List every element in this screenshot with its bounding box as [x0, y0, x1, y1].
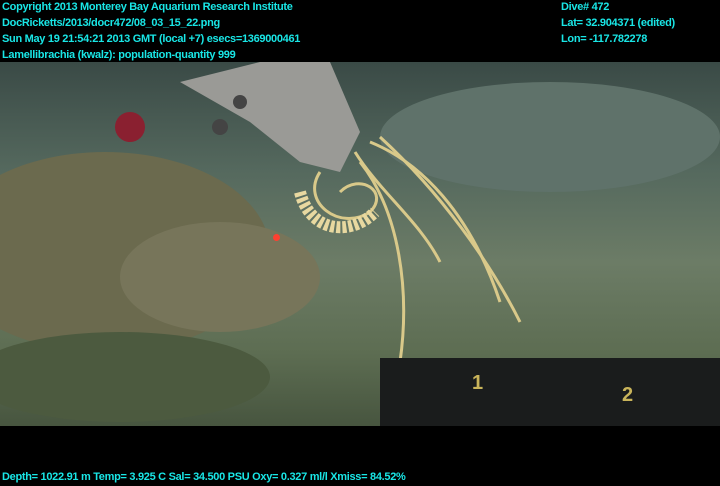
- dive-number: Dive# 472: [561, 1, 610, 13]
- filename-text: DocRicketts/2013/docr472/08_03_15_22.png: [2, 17, 220, 29]
- annotation-text: Lamellibrachia (kwalz): population-quant…: [2, 49, 236, 61]
- header-left: Copyright 2013 Monterey Bay Aquarium Res…: [2, 0, 300, 63]
- copyright-text: Copyright 2013 Monterey Bay Aquarium Res…: [2, 1, 293, 13]
- tray-label: 2: [622, 384, 634, 406]
- longitude: Lon= -117.782278: [561, 33, 648, 45]
- sample-tray: 1 2: [380, 358, 720, 426]
- header-right: Dive# 472 Lat= 32.904371 (edited) Lon= -…: [561, 0, 675, 47]
- latitude: Lat= 32.904371 (edited): [561, 17, 675, 29]
- tray-label: 1: [472, 372, 484, 394]
- sensor-readout: Depth= 1022.91 m Temp= 3.925 C Sal= 34.5…: [2, 471, 406, 483]
- timestamp-text: Sun May 19 21:54:21 2013 GMT (local +7) …: [2, 33, 301, 45]
- manipulator-arm: [180, 62, 360, 172]
- seafloor-image: 1 2: [0, 62, 720, 426]
